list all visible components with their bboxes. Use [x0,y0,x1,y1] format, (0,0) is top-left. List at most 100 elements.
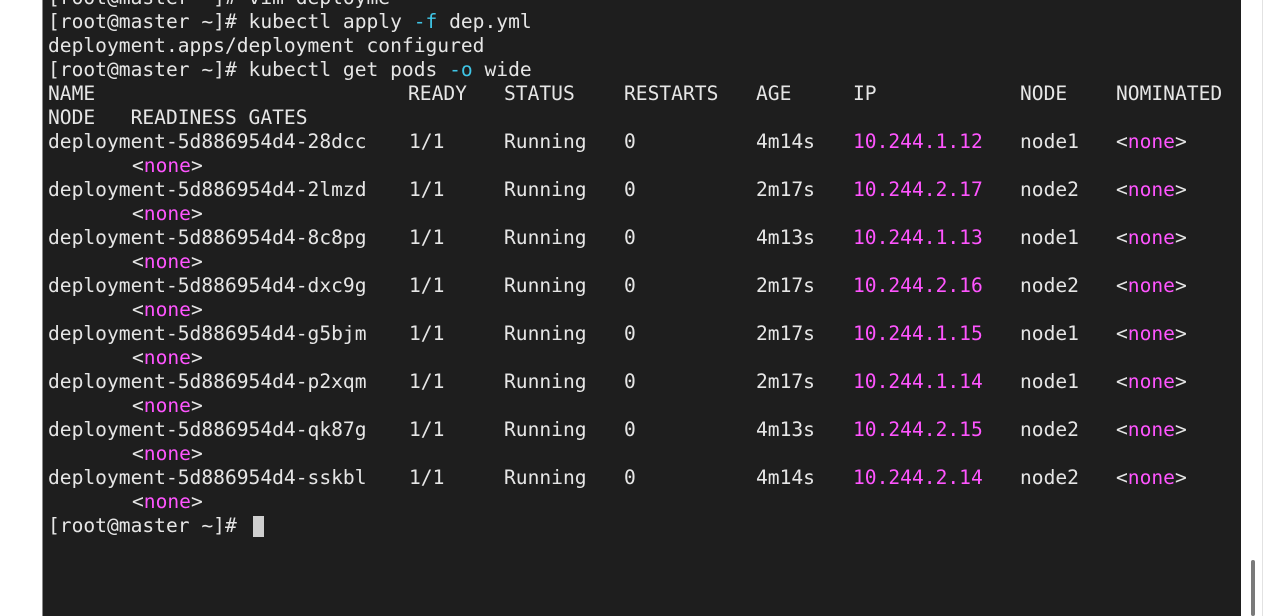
column-header-name: NAME [48,82,96,105]
pod-name-cell: deployment-5d886954d4-2lmzd [48,178,367,201]
pod-restarts-cell: 0 [624,178,636,201]
pod-nominated-close-text: > [1174,418,1187,441]
pod-readiness-gates-cell: <none> [132,202,203,226]
pod-nominated-cell: <none> [1116,322,1187,346]
pod-row-wrap: <none> [48,250,1238,274]
pod-nominated-open-text: < [1116,178,1128,201]
pod-node-cell: node2 [1020,274,1079,297]
pod-readiness-close-text: > [190,250,203,273]
pod-name-cell: deployment-5d886954d4-g5bjm [48,322,367,345]
pod-ready-cell: 1/1 [409,466,445,489]
pod-nominated-cell: <none> [1116,274,1187,298]
pod-status-cell: Running [504,322,587,345]
pod-ip-cell: 10.244.2.15 [853,418,983,441]
pod-node-cell: node2 [1020,178,1079,201]
pod-name-cell: deployment-5d886954d4-28dcc [48,130,367,153]
pod-age-cell: 4m13s [756,226,815,249]
pod-readiness-val-text: none [143,394,191,417]
pod-nominated-val-text: none [1127,322,1175,345]
column-header-status: STATUS [504,82,575,105]
pod-readiness-open-text: < [132,490,144,513]
pod-row: deployment-5d886954d4-2lmzd 1/1 Running 0 2m… [48,178,1238,202]
pod-readiness-val-text: none [143,346,191,369]
pod-readiness-gates-cell: <none> [132,394,203,418]
pod-readiness-val-text: none [143,442,191,465]
pod-nominated-close-text: > [1174,130,1187,153]
pod-row-wrap: <none> [48,346,1238,370]
pod-ip-cell: 10.244.1.13 [853,226,983,249]
pod-ready-cell: 1/1 [409,226,445,249]
pod-row: deployment-5d886954d4-sskbl 1/1 Running 0 4m… [48,466,1238,490]
pod-nominated-val-text: none [1127,370,1175,393]
scrollbar-track[interactable] [1262,0,1263,616]
pod-restarts-cell: 0 [624,370,636,393]
pod-status-cell: Running [504,130,587,153]
pod-row-wrap: <none> [48,154,1238,178]
pod-node-cell: node1 [1020,370,1079,393]
pod-nominated-open-text: < [1116,466,1128,489]
pod-nominated-open-text: < [1116,226,1128,249]
command-flag: -o [449,58,473,81]
pod-name-cell: deployment-5d886954d4-sskbl [48,466,367,489]
pod-readiness-val-text: none [143,250,191,273]
pod-restarts-cell: 0 [624,274,636,297]
pod-readiness-open-text: < [132,394,144,417]
pod-status-cell: Running [504,370,587,393]
pod-ready-cell: 1/1 [409,130,445,153]
pod-name-cell: deployment-5d886954d4-p2xqm [48,370,367,393]
pod-nominated-val-text: none [1127,226,1175,249]
scrollbar-thumb[interactable] [1251,560,1255,616]
pod-node-cell: node2 [1020,466,1079,489]
pod-nominated-open-text: < [1116,274,1128,297]
command-flag: -f [413,10,438,33]
shell-prompt: [root@master ~]# [48,10,249,33]
column-header-node: NODE [1020,82,1068,105]
pod-readiness-val-text: none [143,154,191,177]
pod-readiness-open-text: < [132,346,144,369]
terminal-cursor [252,516,264,537]
pod-readiness-close-text: > [190,202,203,225]
pod-readiness-val-text: none [143,490,191,513]
terminal-line-partial: [root@master ~]# vim deployme [48,0,1238,10]
pod-nominated-open-text: < [1116,370,1128,393]
pod-row: deployment-5d886954d4-g5bjm 1/1 Running 0 2m… [48,322,1238,346]
pod-readiness-gates-cell: <none> [132,298,203,322]
pod-name-cell: deployment-5d886954d4-dxc9g [48,274,367,297]
pod-ip-cell: 10.244.1.12 [853,130,983,153]
pod-status-cell: Running [504,178,587,201]
pod-nominated-close-text: > [1174,322,1187,345]
pod-nominated-val-text: none [1127,466,1175,489]
apply-output-text: deployment.apps/deployment configured [48,34,485,57]
pod-readiness-open-text: < [132,154,144,177]
pod-nominated-close-text: > [1174,178,1187,201]
pod-ip-cell: 10.244.2.14 [853,466,983,489]
pod-nominated-close-text: > [1174,466,1187,489]
command-argument: wide [472,58,532,81]
pod-ready-cell: 1/1 [409,178,445,201]
pod-nominated-cell: <none> [1116,226,1187,250]
pod-readiness-open-text: < [132,250,144,273]
pod-ip-cell: 10.244.1.14 [853,370,983,393]
pod-age-cell: 2m17s [756,370,815,393]
table-header-row: NAME READY STATUS RESTARTS AGE IP NODE N… [48,82,1238,106]
shell-prompt: [root@master ~]# [48,514,249,537]
pod-restarts-cell: 0 [624,130,636,153]
pod-row: deployment-5d886954d4-dxc9g 1/1 Running 0 2m… [48,274,1238,298]
pod-node-cell: node1 [1020,226,1079,249]
pod-age-cell: 4m13s [756,418,815,441]
pod-row-wrap: <none> [48,298,1238,322]
pod-readiness-open-text: < [132,298,144,321]
pod-age-cell: 4m14s [756,466,815,489]
pod-status-cell: Running [504,226,587,249]
pod-row-wrap: <none> [48,394,1238,418]
pod-nominated-open-text: < [1116,322,1128,345]
pod-readiness-close-text: > [190,298,203,321]
pod-node-cell: node2 [1020,418,1079,441]
pod-nominated-close-text: > [1174,274,1187,297]
pod-restarts-cell: 0 [624,418,636,441]
pod-readiness-close-text: > [190,154,203,177]
pod-node-cell: node1 [1020,130,1079,153]
column-header-nominated-node-readiness-gates: NODE READINESS GATES [48,106,308,129]
pod-readiness-gates-cell: <none> [132,154,203,178]
terminal-window[interactable]: [root@master ~]# vim deployme [root@mast… [43,0,1241,616]
